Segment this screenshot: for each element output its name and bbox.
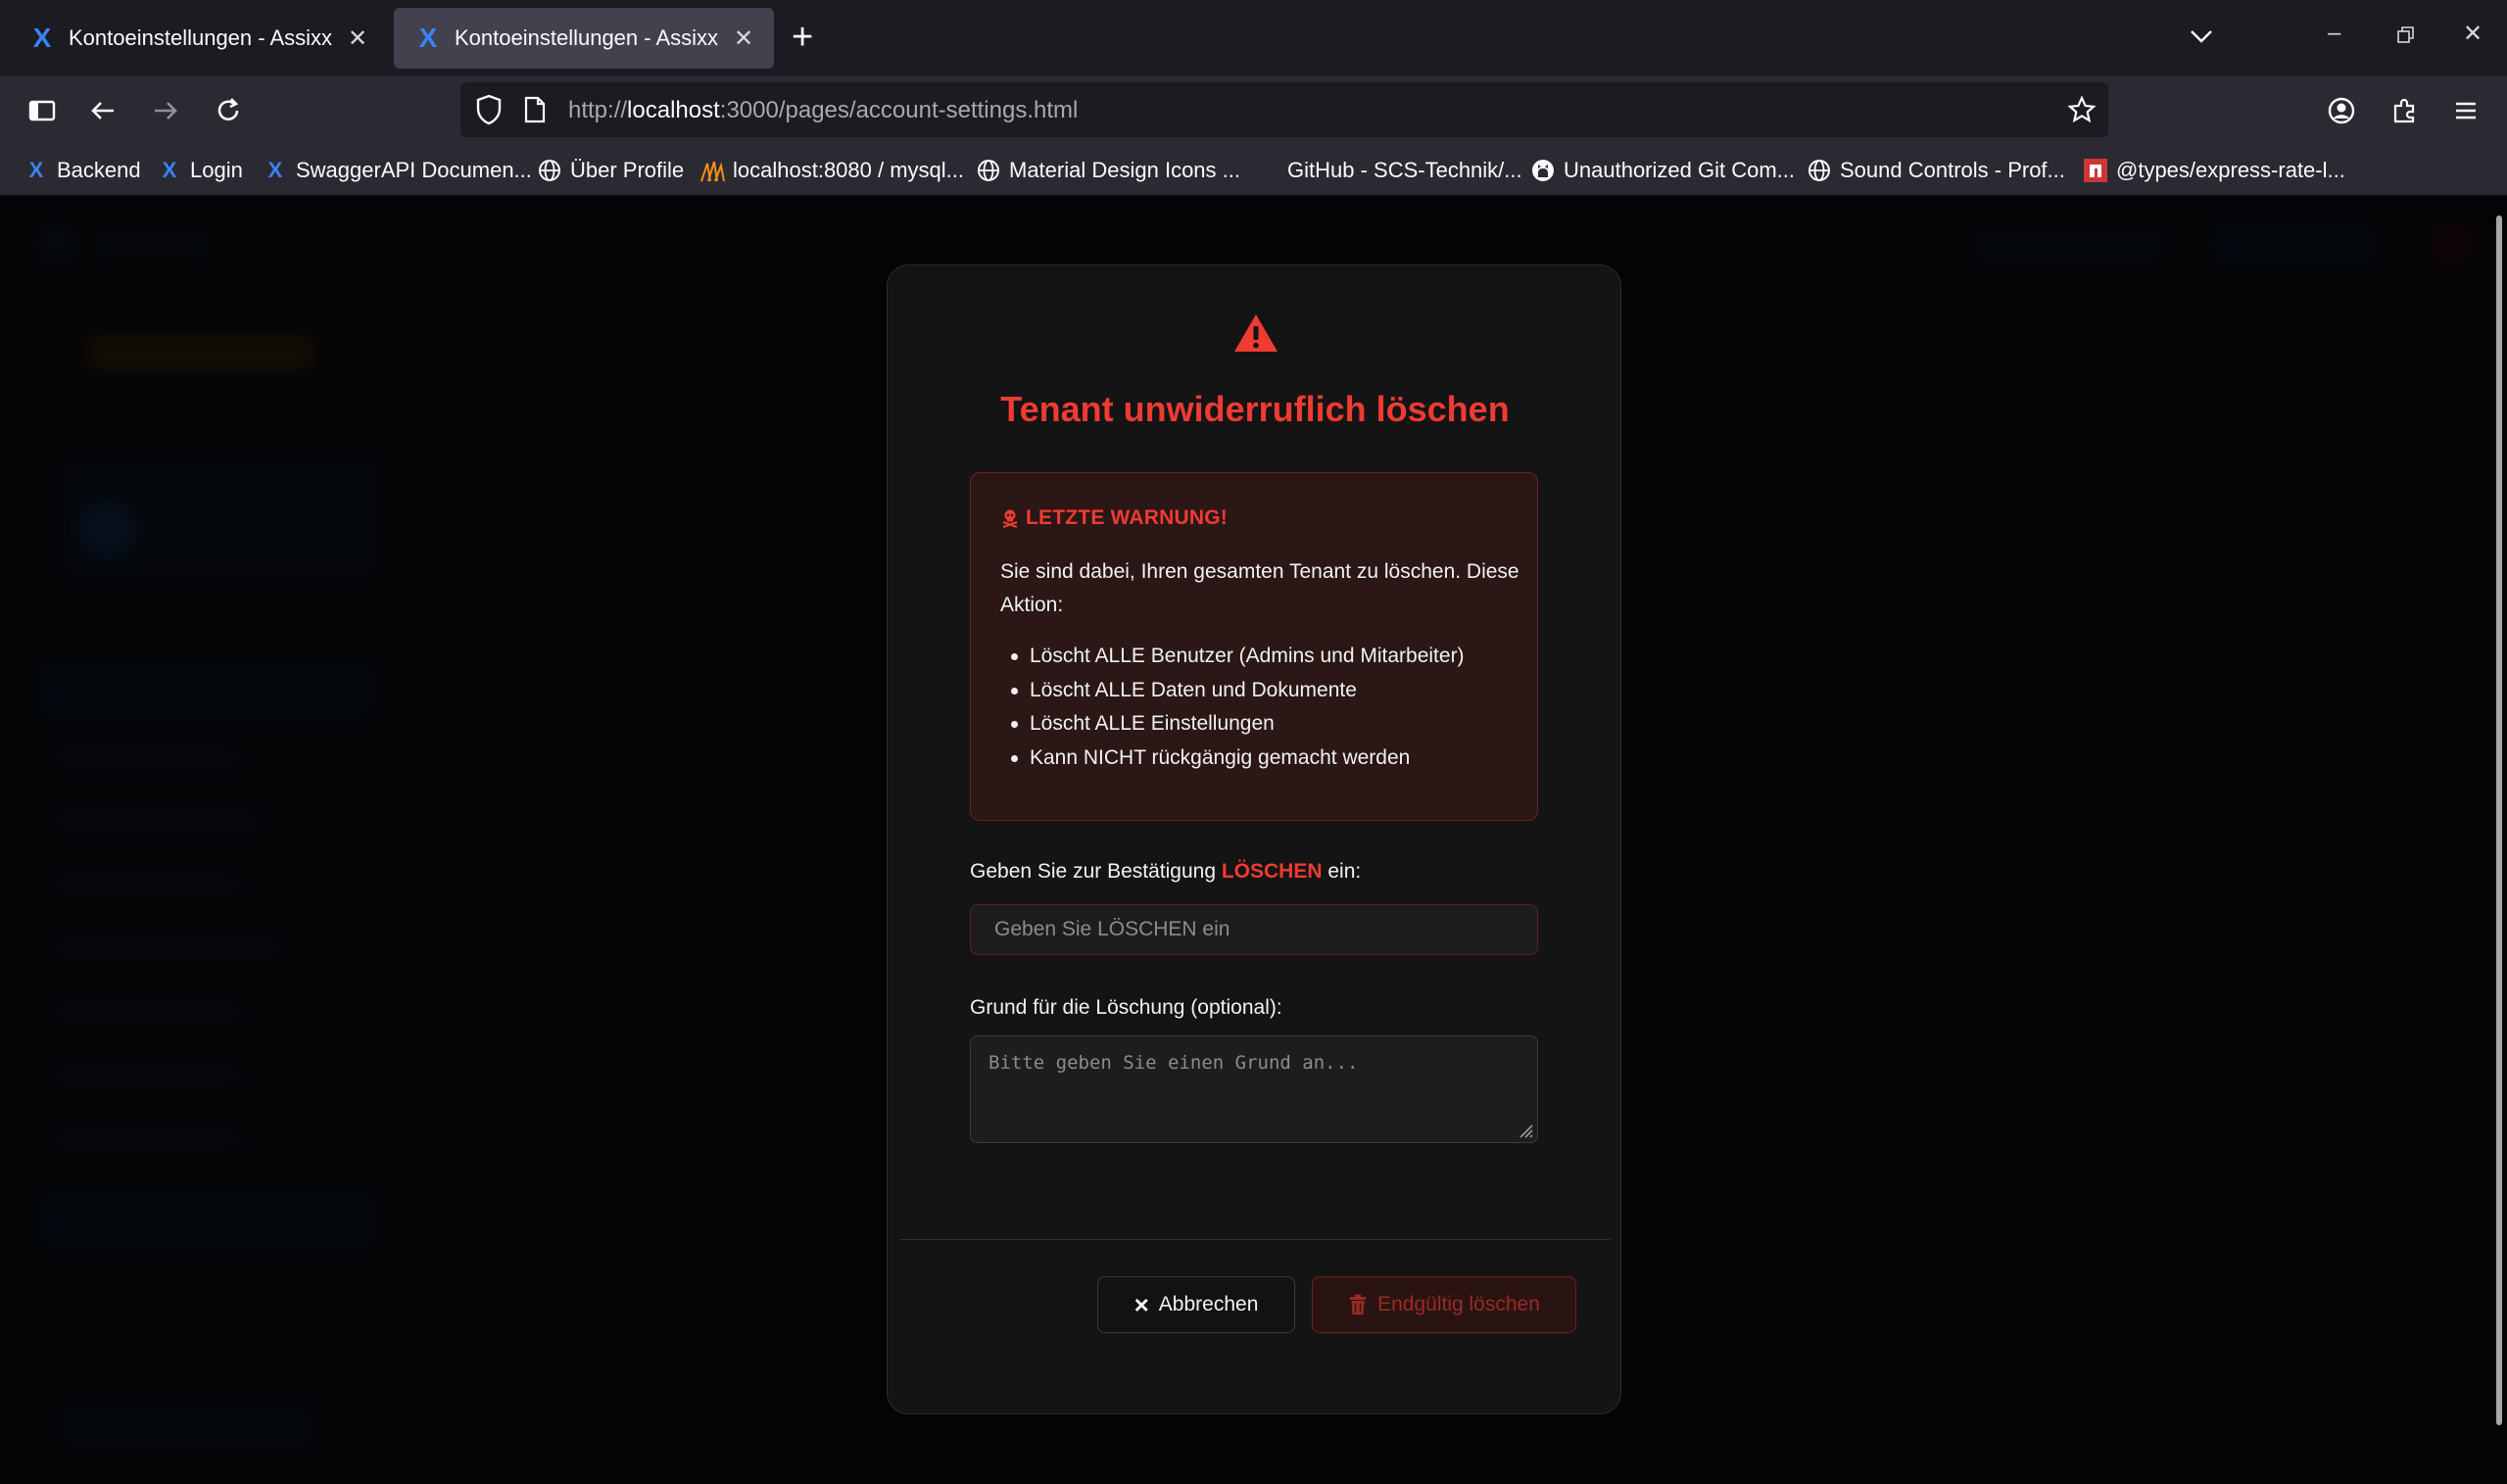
list-item: Löscht ALLE Benutzer (Admins und Mitarbe…: [1000, 640, 1519, 674]
list-item: Löscht ALLE Daten und Dokumente: [1000, 674, 1519, 708]
warning-triangle-icon: [1234, 314, 1278, 352]
warning-list: Löscht ALLE Benutzer (Admins und Mitarbe…: [1000, 640, 1519, 775]
bookmark-item[interactable]: GitHub - SCS-Technik/...: [1254, 155, 1522, 186]
bookmark-label: Über Profile: [570, 158, 685, 182]
confirm-label: Geben Sie zur Bestätigung LÖSCHEN ein:: [970, 860, 1361, 884]
modal-title: Tenant unwiderruflich löschen: [1000, 389, 1510, 429]
warning-heading-text: LETZTE WARNUNG!: [1026, 506, 1228, 529]
close-tab-icon[interactable]: ✕: [345, 24, 370, 53]
delete-permanently-button[interactable]: Endgültig löschen: [1312, 1276, 1576, 1333]
forward-icon[interactable]: [149, 94, 182, 127]
close-icon: ×: [1133, 1290, 1149, 1319]
blank-favicon: [1254, 158, 1279, 183]
list-item: Kann NICHT rückgängig gemacht werden: [1000, 742, 1519, 776]
cancel-button-label: Abbrechen: [1158, 1293, 1259, 1316]
list-item: Löscht ALLE Einstellungen: [1000, 707, 1519, 742]
menu-icon[interactable]: [2449, 94, 2483, 127]
bookmark-label: Material Design Icons ...: [1009, 158, 1240, 182]
tab-title: Kontoeinstellungen - Assixx: [69, 25, 333, 50]
browser-toolbar: http://localhost:3000/pages/account-sett…: [0, 76, 2507, 145]
bookmark-item[interactable]: Material Design Icons ...: [976, 155, 1240, 186]
bookmark-item[interactable]: X Login: [157, 155, 243, 186]
bookmark-label: Sound Controls - Prof...: [1840, 158, 2065, 182]
back-icon[interactable]: [86, 94, 120, 127]
globe-icon: [1808, 160, 1830, 181]
warning-box: LETZTE WARNUNG! Sie sind dabei, Ihren ge…: [970, 472, 1538, 821]
bookmark-item[interactable]: X Backend: [24, 155, 141, 186]
npm-icon: [2084, 159, 2107, 182]
url-host: localhost: [627, 97, 720, 123]
assixx-x-icon: X: [28, 158, 44, 182]
deletion-reason-textarea[interactable]: [970, 1035, 1538, 1143]
tab-title: Kontoeinstellungen - Assixx: [455, 25, 719, 50]
account-icon[interactable]: [2325, 94, 2358, 127]
confirm-keyword: LÖSCHEN: [1221, 860, 1323, 883]
close-tab-icon[interactable]: ✕: [731, 24, 756, 53]
browser-tab-bar: X Kontoeinstellungen - Assixx ✕ X Kontoe…: [0, 0, 2507, 76]
delete-tenant-modal: Tenant unwiderruflich löschen LETZTE WAR…: [887, 264, 1621, 1414]
bookmark-item[interactable]: X SwaggerAPI Documen...: [263, 155, 532, 186]
url-bar[interactable]: http://localhost:3000/pages/account-sett…: [460, 82, 2108, 137]
reload-icon[interactable]: [212, 94, 245, 127]
bookmark-label: @types/express-rate-l...: [2116, 158, 2345, 182]
bookmark-label: localhost:8080 / mysql...: [733, 158, 965, 182]
bookmark-item[interactable]: Unauthorized Git Com...: [1530, 155, 1795, 186]
warning-text: Sie sind dabei, Ihren gesamten Tenant zu…: [1000, 560, 1519, 616]
extensions-icon[interactable]: [2387, 94, 2421, 127]
warning-heading: LETZTE WARNUNG!: [1000, 506, 1228, 530]
assixx-x-icon: X: [267, 158, 283, 182]
reason-label: Grund für die Löschung (optional):: [970, 996, 1282, 1019]
bookmark-label: GitHub - SCS-Technik/...: [1287, 158, 1522, 182]
confirm-delete-input[interactable]: [970, 904, 1538, 955]
phpmyadmin-icon: [700, 161, 725, 182]
assixx-x-icon: X: [162, 158, 177, 182]
sidebar-toggle-icon[interactable]: [25, 94, 59, 127]
confirm-label-text: Geben Sie zur Bestätigung: [970, 860, 1222, 883]
list-all-tabs-icon[interactable]: [2187, 22, 2216, 51]
bookmark-item[interactable]: @types/express-rate-l...: [2083, 155, 2345, 186]
page-info-icon[interactable]: [523, 96, 547, 123]
cancel-button[interactable]: × Abbrechen: [1097, 1276, 1295, 1333]
bookmark-label: Unauthorized Git Com...: [1564, 158, 1795, 182]
modal-footer-divider: [899, 1239, 1611, 1240]
bookmark-label: Login: [190, 158, 243, 182]
skull-icon: [1002, 509, 1018, 528]
github-icon: [1532, 160, 1554, 181]
assixx-x-icon: X: [418, 23, 438, 53]
bookmark-star-icon[interactable]: [2067, 95, 2097, 124]
restore-icon[interactable]: [2396, 25, 2416, 45]
delete-button-label: Endgültig löschen: [1377, 1293, 1540, 1316]
url-path: :3000/pages/account-settings.html: [719, 97, 1079, 123]
bookmark-item[interactable]: Über Profile: [537, 155, 684, 186]
minimize-icon[interactable]: –: [2328, 20, 2340, 47]
browser-tab[interactable]: X Kontoeinstellungen - Assixx ✕: [8, 8, 388, 69]
assixx-x-icon: X: [32, 23, 52, 53]
bookmark-label: SwaggerAPI Documen...: [296, 158, 532, 182]
bookmarks-toolbar: X Backend X Login X SwaggerAPI Documen... Ü…: [0, 145, 2507, 196]
confirm-label-suffix: ein:: [1322, 860, 1362, 883]
browser-tab-active[interactable]: X Kontoeinstellungen - Assixx ✕: [394, 8, 774, 69]
new-tab-icon[interactable]: +: [792, 19, 813, 56]
bookmark-item[interactable]: Sound Controls - Prof...: [1807, 155, 2065, 186]
trash-icon: [1350, 1294, 1367, 1315]
globe-icon: [539, 160, 560, 181]
page-scrollbar[interactable]: [2496, 215, 2502, 1425]
shield-icon[interactable]: [474, 93, 504, 126]
bookmark-item[interactable]: localhost:8080 / mysql...: [699, 155, 964, 186]
globe-icon: [978, 160, 999, 181]
close-window-icon[interactable]: ✕: [2463, 20, 2483, 48]
url-scheme: http://: [568, 97, 628, 123]
url-text[interactable]: http://localhost:3000/pages/account-sett…: [568, 97, 1078, 124]
bookmark-label: Backend: [57, 158, 141, 182]
resize-grip-icon[interactable]: [1513, 1118, 1534, 1139]
